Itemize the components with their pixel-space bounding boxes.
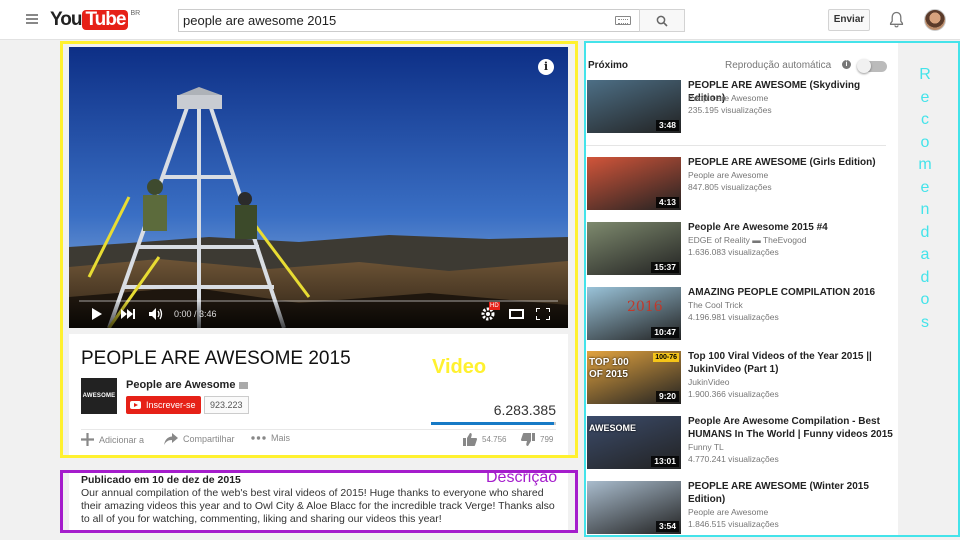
search-button[interactable]: [639, 9, 685, 32]
annotation-label-description: Descrição: [486, 469, 558, 486]
annotation-letter: c: [921, 111, 929, 128]
annotation-letter: n: [920, 201, 930, 218]
keyboard-icon[interactable]: [615, 16, 631, 25]
annotation-letter: e: [920, 178, 930, 196]
annotation-letter: e: [920, 88, 930, 106]
logo-tube: Tube: [82, 10, 129, 30]
search-box: [178, 9, 640, 32]
upload-button[interactable]: Enviar: [828, 9, 870, 31]
annotation-letter: o: [920, 291, 930, 308]
annotation-label-video: Video: [432, 356, 487, 378]
menu-icon[interactable]: [26, 14, 38, 24]
annotation-label-recommended: Recomendados: [918, 64, 932, 334]
annotation-letter: d: [920, 223, 930, 241]
annotation-letter: a: [920, 246, 930, 263]
search-input[interactable]: [179, 10, 599, 31]
annotation-letter: m: [918, 156, 932, 173]
annotation-letter: o: [920, 133, 930, 151]
annotation-box-recommended: [584, 41, 960, 537]
top-bar: You Tube BR Enviar: [0, 0, 960, 40]
logo-you: You: [50, 9, 83, 30]
annotation-box-video: [60, 41, 578, 458]
region-code: BR: [130, 10, 141, 17]
user-avatar[interactable]: [924, 9, 946, 31]
annotation-letter: s: [921, 313, 929, 331]
notifications-bell-icon[interactable]: [889, 11, 904, 28]
annotation-letter: d: [920, 268, 930, 286]
annotation-letter: R: [919, 66, 931, 83]
search-icon: [656, 15, 668, 27]
youtube-logo[interactable]: You Tube BR: [50, 10, 140, 30]
